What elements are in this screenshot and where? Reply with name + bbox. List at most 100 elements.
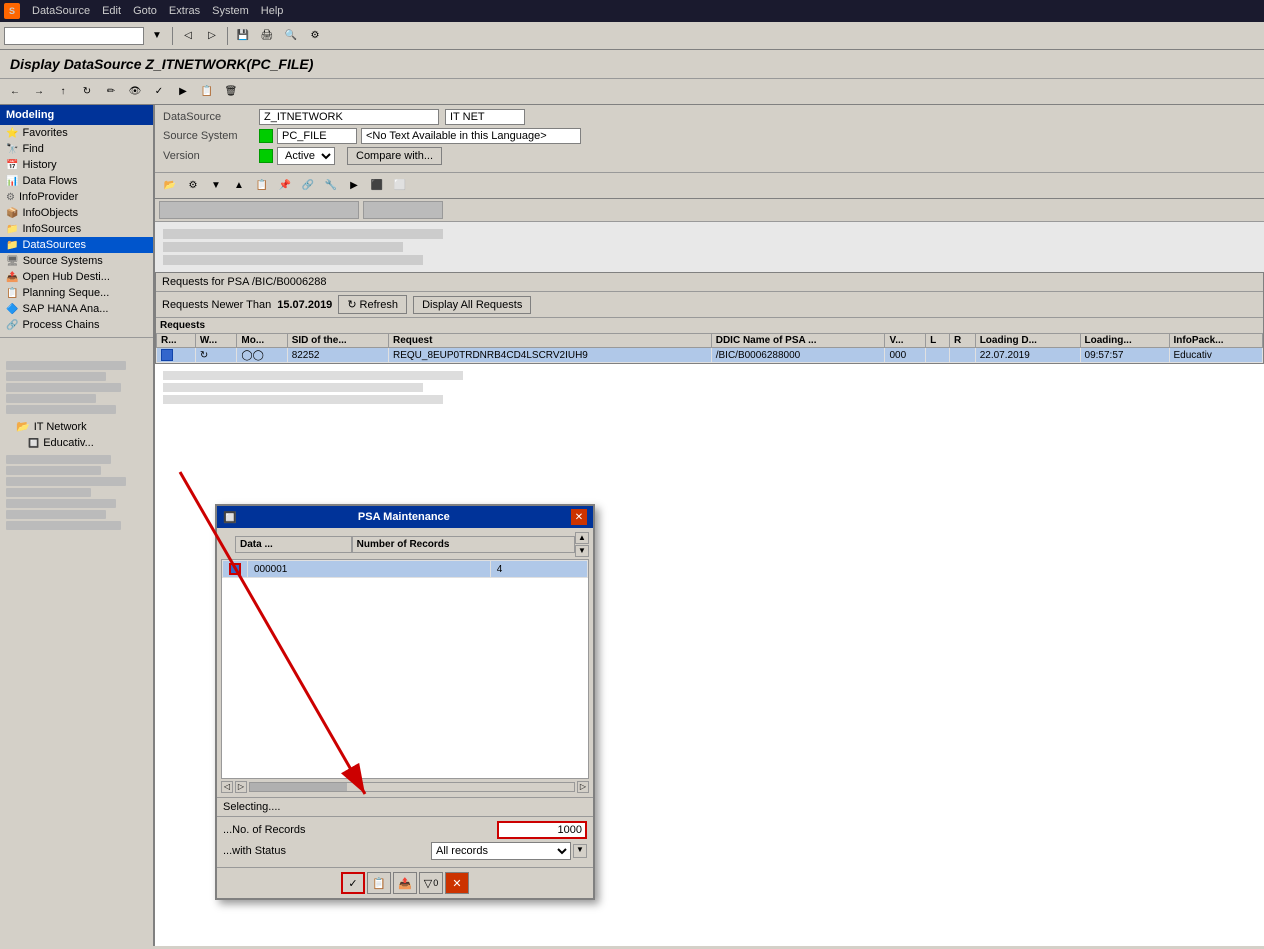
nav-refresh[interactable]: ↻ (76, 81, 98, 103)
confirm-icon: ✓ (348, 877, 357, 890)
ds-btn10[interactable]: ⬛ (366, 175, 388, 197)
sidebar-item-history[interactable]: 📅 History (0, 157, 153, 173)
compare-with-btn[interactable]: Compare with... (347, 147, 442, 165)
table-header-row: R... W... Mo... SID of the... Request DD… (157, 334, 1263, 348)
settings-btn[interactable]: ⚙ (304, 25, 326, 47)
infoprovider-icon: ⚙ (6, 192, 15, 203)
sidebar-item-dataflows[interactable]: 📊 Data Flows (0, 173, 153, 189)
sidebar-item-infosources[interactable]: 📁 InfoSources (0, 221, 153, 237)
sidebar-item-infoprovider[interactable]: ⚙ InfoProvider (0, 189, 153, 205)
menu-datasource[interactable]: DataSource (32, 5, 90, 17)
nav-forward[interactable]: → (28, 81, 50, 103)
ds-btn8[interactable]: 🔧 (320, 175, 342, 197)
infoobjects-icon: 📦 (6, 208, 18, 219)
status-select[interactable]: All records Good records Error records (431, 842, 571, 860)
menu-extras[interactable]: Extras (169, 5, 200, 17)
no-records-input[interactable] (497, 821, 587, 839)
ds-btn5[interactable]: 📋 (251, 175, 273, 197)
nav-copy[interactable]: 📋 (196, 81, 218, 103)
filter-btn[interactable]: ▽ 0 (419, 872, 443, 894)
col-l: L (926, 334, 950, 348)
col-v: V... (885, 334, 926, 348)
menu-system[interactable]: System (212, 5, 249, 17)
filter-icon: ▽ (424, 877, 432, 890)
col-loading: Loading... (1080, 334, 1169, 348)
ds-btn4[interactable]: ▲ (228, 175, 250, 197)
ds-btn9[interactable]: ▶ (343, 175, 365, 197)
refresh-button[interactable]: ↻ Refresh (338, 295, 407, 314)
scroll-up-btn[interactable]: ▲ (575, 532, 589, 544)
ds-btn2[interactable]: ⚙ (182, 175, 204, 197)
hscroll-left[interactable]: ◁ (221, 781, 233, 793)
sidebar-item-datasources[interactable]: 📁 DataSources (0, 237, 153, 253)
history-icon: 📅 (6, 160, 18, 171)
copy-btn[interactable]: 📋 (367, 872, 391, 894)
status-dropdown-icon[interactable]: ▼ (573, 844, 587, 858)
sidebar-item-infoobjects[interactable]: 📦 InfoObjects (0, 205, 153, 221)
table-row[interactable]: ↻ ◯◯ 82252 REQU_8EUP0TRDNRB4CD4LSCRV2IUH… (157, 348, 1263, 363)
process-chains-icon: 🔗 (6, 320, 18, 331)
row-r2 (950, 348, 976, 363)
modal-close-btn[interactable]: ✕ (571, 509, 587, 525)
nav-back[interactable]: ← (4, 81, 26, 103)
forward-btn[interactable]: ▷ (201, 25, 223, 47)
folder-expand-icon: 📂 (16, 420, 30, 433)
sidebar-item-saphana[interactable]: 🔷 SAP HANA Ana... (0, 301, 153, 317)
sidebar-item-process-chains[interactable]: 🔗 Process Chains (0, 317, 153, 333)
ds-type: IT NET (445, 109, 525, 125)
display-all-button[interactable]: Display All Requests (413, 296, 531, 314)
nav-check[interactable]: ✓ (148, 81, 170, 103)
sidebar-item-planning[interactable]: 📋 Planning Seque... (0, 285, 153, 301)
col-ddic: DDIC Name of PSA ... (711, 334, 885, 348)
col-r: R... (157, 334, 196, 348)
nav-display[interactable]: 👁 (124, 81, 146, 103)
menu-bar: S DataSource Edit Goto Extras System Hel… (0, 0, 1264, 22)
hscroll-right[interactable]: ▷ (235, 781, 247, 793)
nav-activate[interactable]: ▶ (172, 81, 194, 103)
back-btn[interactable]: ◁ (177, 25, 199, 47)
sidebar-item-find[interactable]: 🔭 Find (0, 141, 153, 157)
cancel-btn[interactable]: ✕ (445, 872, 469, 894)
command-input[interactable] (4, 27, 144, 45)
ds-btn11[interactable]: ⬜ (389, 175, 411, 197)
selecting-label: Selecting.... (217, 797, 593, 816)
ds-btn3[interactable]: ▼ (205, 175, 227, 197)
filter-count: 0 (433, 878, 438, 888)
col-loading-d: Loading D... (975, 334, 1080, 348)
nav-up[interactable]: ↑ (52, 81, 74, 103)
modal-bottom-area: ...No. of Records ...with Status All rec… (217, 816, 593, 867)
find-btn[interactable]: 🔍 (280, 25, 302, 47)
ds-value: Z_ITNETWORK (259, 109, 439, 125)
dropdown-btn[interactable]: ▼ (146, 25, 168, 47)
nav-delete[interactable]: 🗑 (220, 81, 242, 103)
app-icon: S (4, 3, 20, 19)
psa-row[interactable]: 000001 4 (223, 561, 588, 578)
menu-edit[interactable]: Edit (102, 5, 121, 17)
row-w-icon: ↻ (200, 350, 208, 361)
sidebar-item-source-systems[interactable]: 🖥 Source Systems (0, 253, 153, 269)
sidebar-item-educativ[interactable]: 🔲 Educativ... (0, 435, 153, 451)
psa-data-scroll-area[interactable]: 000001 4 (221, 559, 589, 779)
save-btn[interactable]: 💾 (232, 25, 254, 47)
sidebar-item-openhub[interactable]: 📤 Open Hub Desti... (0, 269, 153, 285)
scroll-down-btn[interactable]: ▼ (575, 545, 589, 557)
menu-goto[interactable]: Goto (133, 5, 157, 17)
row-request: REQU_8EUP0TRDNRB4CD4LSCRV2IUH9 (388, 348, 711, 363)
sidebar: Modeling ⭐ Favorites 🔭 Find 📅 History 📊 … (0, 105, 155, 946)
export-btn[interactable]: 📤 (393, 872, 417, 894)
row-infopack: Educativ (1169, 348, 1263, 363)
sidebar-item-favorites[interactable]: ⭐ Favorites (0, 125, 153, 141)
ds-btn6[interactable]: 📌 (274, 175, 296, 197)
version-select[interactable]: Active (277, 147, 335, 165)
sidebar-item-itnetwork[interactable]: 📂 IT Network (0, 418, 153, 435)
print-btn[interactable]: 🖨 (256, 25, 278, 47)
requests-table: R... W... Mo... SID of the... Request DD… (156, 333, 1263, 363)
confirm-btn[interactable]: ✓ (341, 872, 365, 894)
sap-logo: S (9, 6, 15, 16)
source-system-value: PC_FILE (277, 128, 357, 144)
ds-btn1[interactable]: 📂 (159, 175, 181, 197)
ds-btn7[interactable]: 🔗 (297, 175, 319, 197)
hscroll-end[interactable]: ▷ (577, 781, 589, 793)
menu-help[interactable]: Help (261, 5, 284, 17)
nav-edit[interactable]: ✏ (100, 81, 122, 103)
